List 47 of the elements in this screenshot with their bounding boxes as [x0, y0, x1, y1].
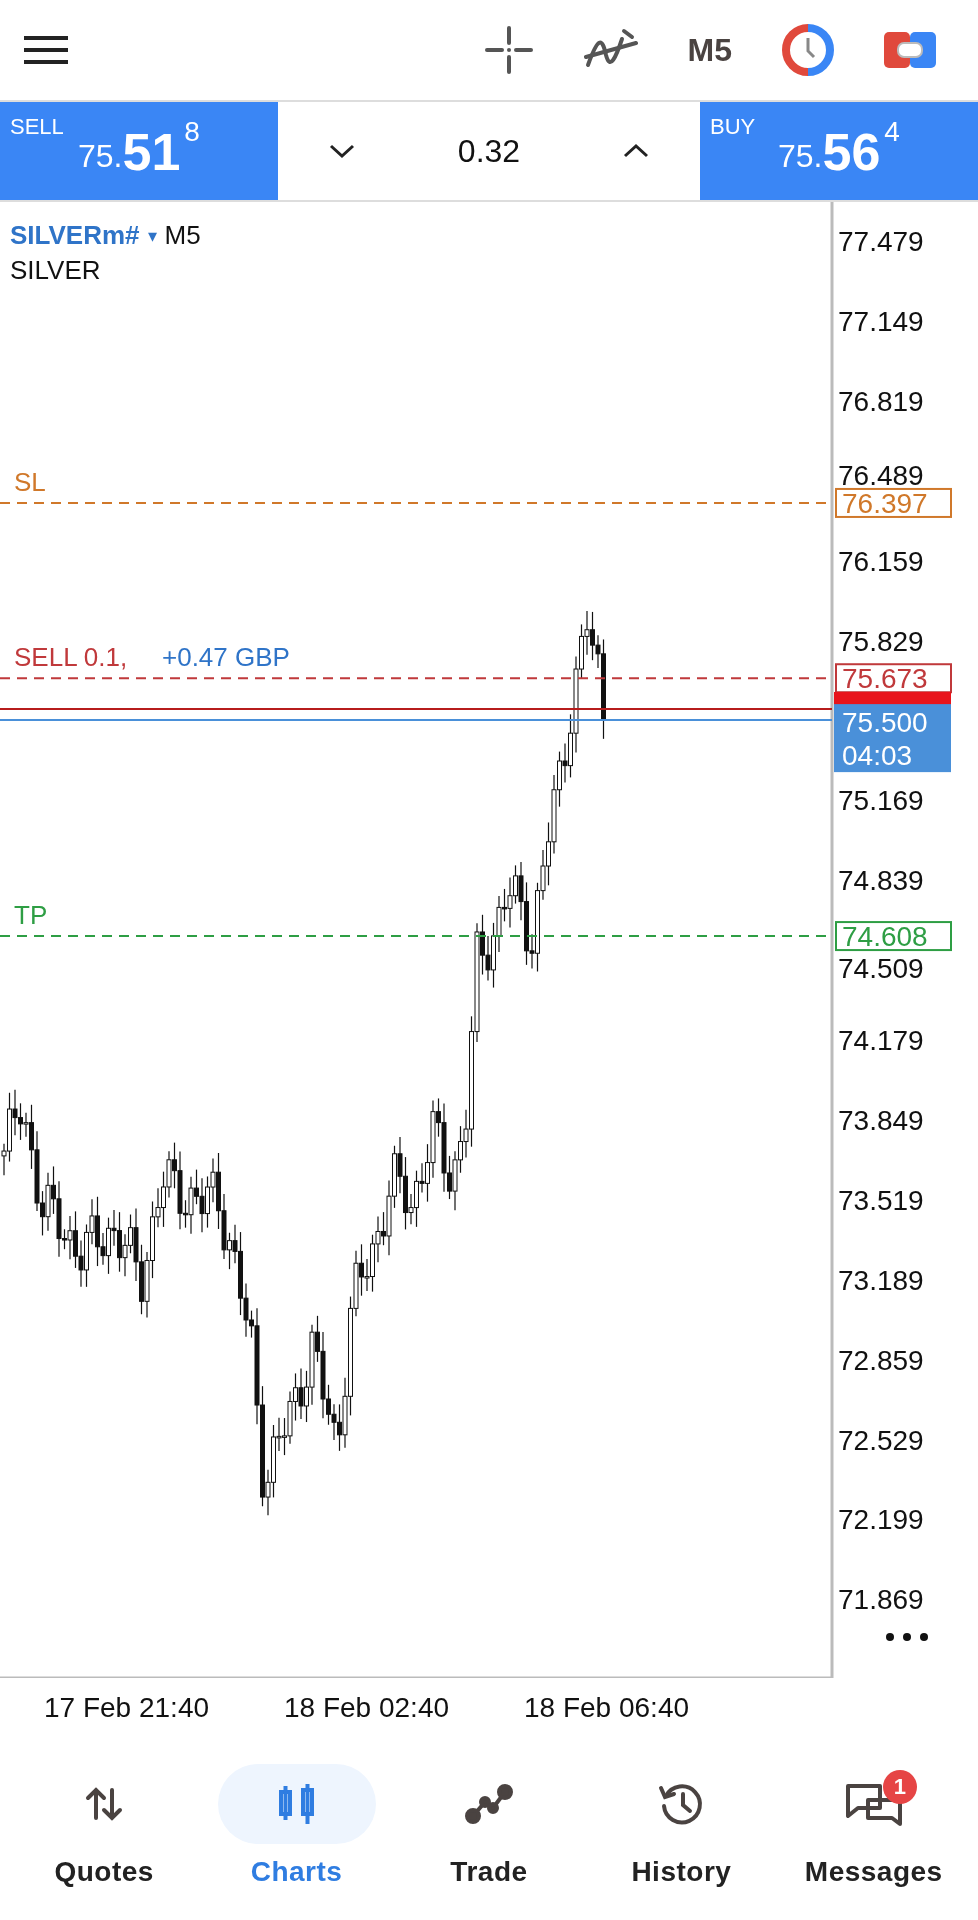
- price-axis-label: 75.829: [838, 625, 924, 657]
- price-axis-label: 76.819: [838, 385, 924, 417]
- price-axis-label: 76.159: [838, 545, 924, 577]
- price-axis-label: 73.849: [838, 1104, 924, 1136]
- nav-tab[interactable]: 1 Messages: [783, 1764, 964, 1888]
- symbol-description: SILVER: [10, 255, 102, 286]
- price-axis-label: 77.149: [838, 305, 924, 337]
- notification-badge: 1: [882, 1770, 917, 1804]
- price-axis-label: 72.199: [838, 1504, 924, 1536]
- timeframe-button[interactable]: M5: [687, 31, 732, 69]
- price-axis-label: 71.869: [838, 1584, 924, 1616]
- menu-icon[interactable]: [24, 35, 68, 65]
- trade-toggle-icon[interactable]: [884, 30, 936, 70]
- price-axis-label: 74.179: [838, 1025, 924, 1056]
- chevron-up-icon[interactable]: [622, 143, 649, 159]
- symbol-name[interactable]: SILVERm#: [10, 220, 140, 251]
- level-price-tag: 74.608: [835, 921, 952, 953]
- nav-tab[interactable]: Quotes: [14, 1764, 195, 1888]
- level-price-tag: 76.397: [835, 487, 952, 519]
- level-label: TP: [14, 900, 48, 931]
- caret-icon[interactable]: ▾: [147, 224, 157, 247]
- price-axis-label: 74.509: [838, 953, 924, 985]
- profit-label: +0.47 GBP: [162, 642, 290, 673]
- nav-tab[interactable]: History: [591, 1764, 772, 1888]
- price-axis-label: 72.859: [838, 1344, 924, 1376]
- clock-icon[interactable]: [782, 24, 834, 76]
- level-label: SELL 0.1,: [14, 642, 128, 673]
- time-axis-label: 18 Feb 02:40: [284, 1692, 450, 1724]
- up-down-arrows-icon: [84, 1786, 125, 1822]
- time-axis-label: 17 Feb 21:40: [44, 1692, 210, 1724]
- line-chart-icon: [464, 1784, 513, 1824]
- price-axis-label: 73.519: [838, 1184, 924, 1216]
- more-icon[interactable]: [886, 1633, 928, 1641]
- volume-value[interactable]: 0.32: [457, 132, 521, 170]
- ask-price-tag: 75.500 04:03: [834, 704, 951, 773]
- time-axis-label: 18 Feb 06:40: [524, 1692, 690, 1724]
- level-price-tag: 75.673: [835, 663, 952, 695]
- price-axis-label: 74.839: [838, 865, 924, 897]
- price-axis-label: 72.529: [838, 1424, 924, 1456]
- price-axis-label: 73.189: [838, 1264, 924, 1296]
- price-axis-label: 75.169: [838, 785, 924, 817]
- crosshair-icon[interactable]: [483, 25, 534, 75]
- nav-tab[interactable]: Trade: [398, 1764, 579, 1888]
- chart-timeframe: M5: [164, 220, 201, 251]
- chevron-down-icon[interactable]: [329, 143, 356, 159]
- level-label: SL: [14, 466, 46, 497]
- price-axis-label: 77.479: [838, 226, 924, 257]
